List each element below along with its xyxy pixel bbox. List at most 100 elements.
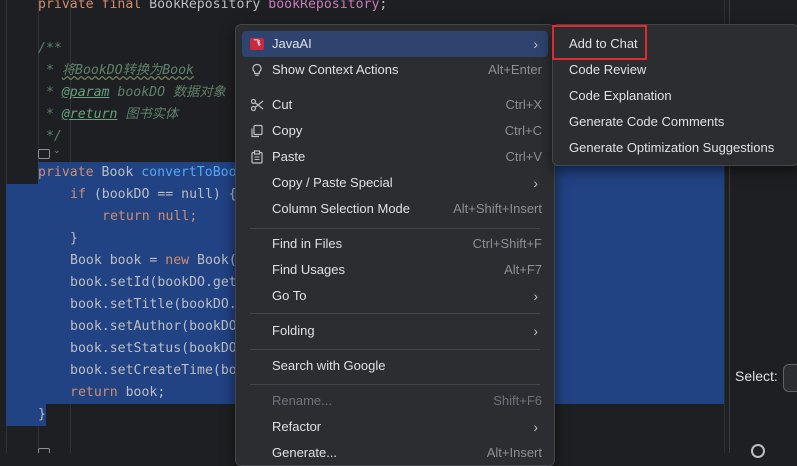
punctuation: ; bbox=[379, 0, 388, 12]
ai-inline-icon[interactable] bbox=[38, 448, 50, 453]
chevron-right-icon: › bbox=[533, 288, 538, 304]
menu-item-label: Go To bbox=[272, 288, 307, 303]
submenu-item-code-review[interactable]: Code Review bbox=[559, 57, 792, 83]
code-text: book; bbox=[125, 385, 166, 400]
method-name: convertToBoo bbox=[141, 165, 237, 180]
menu-item-refactor[interactable]: Refactor › bbox=[242, 414, 548, 440]
menu-item-label: Search with Google bbox=[272, 358, 386, 373]
menu-item-show-context-actions[interactable]: Show Context Actions Alt+Enter bbox=[242, 57, 548, 83]
lightbulb-icon bbox=[252, 63, 262, 76]
menu-item-javaai[interactable]: 飞 JavaAI › bbox=[242, 31, 548, 57]
menu-separator bbox=[250, 228, 540, 229]
menu-item-find-usages[interactable]: Find Usages Alt+F7 bbox=[242, 257, 548, 283]
paste-icon bbox=[251, 150, 263, 164]
menu-separator bbox=[250, 313, 540, 314]
keyword: return bbox=[102, 209, 158, 224]
code-text: Book book = bbox=[70, 253, 166, 268]
chevron-down-icon[interactable]: ⌄ bbox=[53, 146, 61, 156]
type-name: Book bbox=[101, 165, 142, 180]
doc-comment-line: * @return 图书实体 bbox=[38, 104, 178, 126]
code-line: book.setAuthor(bookDO bbox=[70, 319, 237, 334]
chevron-right-icon: › bbox=[533, 36, 538, 52]
doc-comment-open: /** bbox=[38, 41, 62, 56]
menu-item-rename[interactable]: Rename... Shift+F6 bbox=[242, 388, 548, 414]
menu-item-label: Refactor bbox=[272, 419, 322, 434]
menu-item-label: Copy / Paste Special bbox=[272, 175, 393, 190]
doc-text: 图书实体 bbox=[117, 107, 179, 122]
menu-item-find-in-files[interactable]: Find in Files Ctrl+Shift+F bbox=[242, 231, 548, 257]
keyword: null; bbox=[157, 209, 198, 224]
code-line: private Book convertToBoo bbox=[38, 162, 237, 184]
code-line: if (bookDO == null) { bbox=[70, 184, 237, 206]
code-line: } bbox=[70, 231, 78, 246]
menu-item-generate[interactable]: Generate... Alt+Insert bbox=[242, 440, 548, 465]
submenu-item-generate-optimization-suggestions[interactable]: Generate Optimization Suggestions bbox=[559, 135, 792, 161]
code-line: book.setId(bookDO.get bbox=[70, 275, 237, 290]
chevron-right-icon: › bbox=[533, 419, 538, 435]
keyword: new bbox=[165, 253, 198, 268]
doc-star: * bbox=[38, 107, 62, 122]
copy-icon bbox=[251, 124, 263, 138]
doc-comment-close: */ bbox=[38, 129, 62, 144]
scissors-icon bbox=[250, 98, 264, 112]
menu-item-label: Find Usages bbox=[272, 262, 345, 277]
submenu-item-code-explanation[interactable]: Code Explanation bbox=[559, 83, 792, 109]
menu-item-folding[interactable]: Folding › bbox=[242, 318, 548, 344]
chevron-right-icon: › bbox=[533, 323, 538, 339]
menu-item-column-selection-mode[interactable]: Column Selection Mode Alt+Shift+Insert bbox=[242, 196, 548, 222]
context-menu: 飞 JavaAI › Show Context Actions Alt+Ente… bbox=[235, 24, 555, 466]
menu-shortcut: Ctrl+X bbox=[505, 97, 542, 112]
keyword: if bbox=[70, 187, 94, 202]
chevron-right-icon: › bbox=[533, 175, 538, 191]
doc-tag: @return bbox=[61, 107, 118, 122]
menu-item-label: Cut bbox=[272, 97, 293, 112]
menu-separator bbox=[250, 349, 540, 350]
menu-shortcut: Ctrl+C bbox=[504, 123, 542, 138]
menu-item-search-with-google[interactable]: Search with Google bbox=[242, 353, 548, 379]
doc-comment-line: * 将BookDO转换为Book bbox=[38, 60, 194, 82]
submenu-item-label: Generate Code Comments bbox=[569, 114, 725, 129]
search-icon[interactable] bbox=[751, 444, 765, 458]
menu-separator bbox=[250, 384, 540, 385]
doc-tag: @param bbox=[61, 85, 110, 100]
select-label: Select: bbox=[735, 368, 778, 384]
keyword: return bbox=[70, 385, 126, 400]
menu-item-paste[interactable]: Paste Ctrl+V bbox=[242, 144, 548, 170]
submenu-item-label: Generate Optimization Suggestions bbox=[569, 140, 775, 155]
menu-item-label: Generate... bbox=[272, 445, 338, 460]
menu-item-label: Rename... bbox=[272, 393, 332, 408]
code-line: return book; bbox=[70, 382, 165, 404]
submenu-item-label: Code Review bbox=[569, 62, 647, 77]
menu-shortcut: Alt+Enter bbox=[488, 62, 542, 77]
code-text: (bookDO == null) { bbox=[93, 187, 237, 202]
menu-item-go-to[interactable]: Go To › bbox=[242, 283, 548, 309]
menu-item-label: Folding bbox=[272, 323, 315, 338]
code-line: return null; bbox=[102, 206, 197, 228]
code-line: book.setStatus(bookDO bbox=[70, 341, 237, 356]
menu-shortcut: Shift+F6 bbox=[493, 393, 542, 408]
menu-item-cut[interactable]: Cut Ctrl+X bbox=[242, 92, 548, 118]
menu-item-label: Copy bbox=[272, 123, 303, 138]
code-text: Book( bbox=[197, 253, 237, 268]
javaai-icon: 飞 bbox=[250, 38, 264, 50]
menu-shortcut: Alt+Shift+Insert bbox=[453, 201, 542, 216]
menu-shortcut: Ctrl+V bbox=[505, 149, 542, 164]
keyword: private bbox=[38, 165, 102, 180]
menu-item-copy[interactable]: Copy Ctrl+C bbox=[242, 118, 548, 144]
menu-item-label: Column Selection Mode bbox=[272, 201, 411, 216]
code-line: private final BookRepository bookReposit… bbox=[38, 0, 387, 16]
ai-inline-icon[interactable] bbox=[38, 149, 50, 159]
doc-text: 数据对象 bbox=[173, 85, 226, 100]
menu-item-label: Paste bbox=[272, 149, 306, 164]
menu-item-label: JavaAI bbox=[272, 36, 312, 51]
code-line: book.setCreateTime(bo bbox=[70, 363, 237, 378]
menu-item-label: Show Context Actions bbox=[272, 62, 399, 77]
select-dropdown[interactable] bbox=[783, 364, 797, 392]
menu-shortcut: Ctrl+Shift+F bbox=[472, 236, 542, 251]
submenu-item-generate-code-comments[interactable]: Generate Code Comments bbox=[559, 109, 792, 135]
menu-item-copy-paste-special[interactable]: Copy / Paste Special › bbox=[242, 170, 548, 196]
doc-star: * bbox=[38, 85, 62, 100]
type-name: BookRepository bbox=[149, 0, 269, 12]
code-line: } bbox=[38, 407, 46, 422]
doc-comment-line: * @param bookDO 数据对象 bbox=[38, 82, 226, 104]
